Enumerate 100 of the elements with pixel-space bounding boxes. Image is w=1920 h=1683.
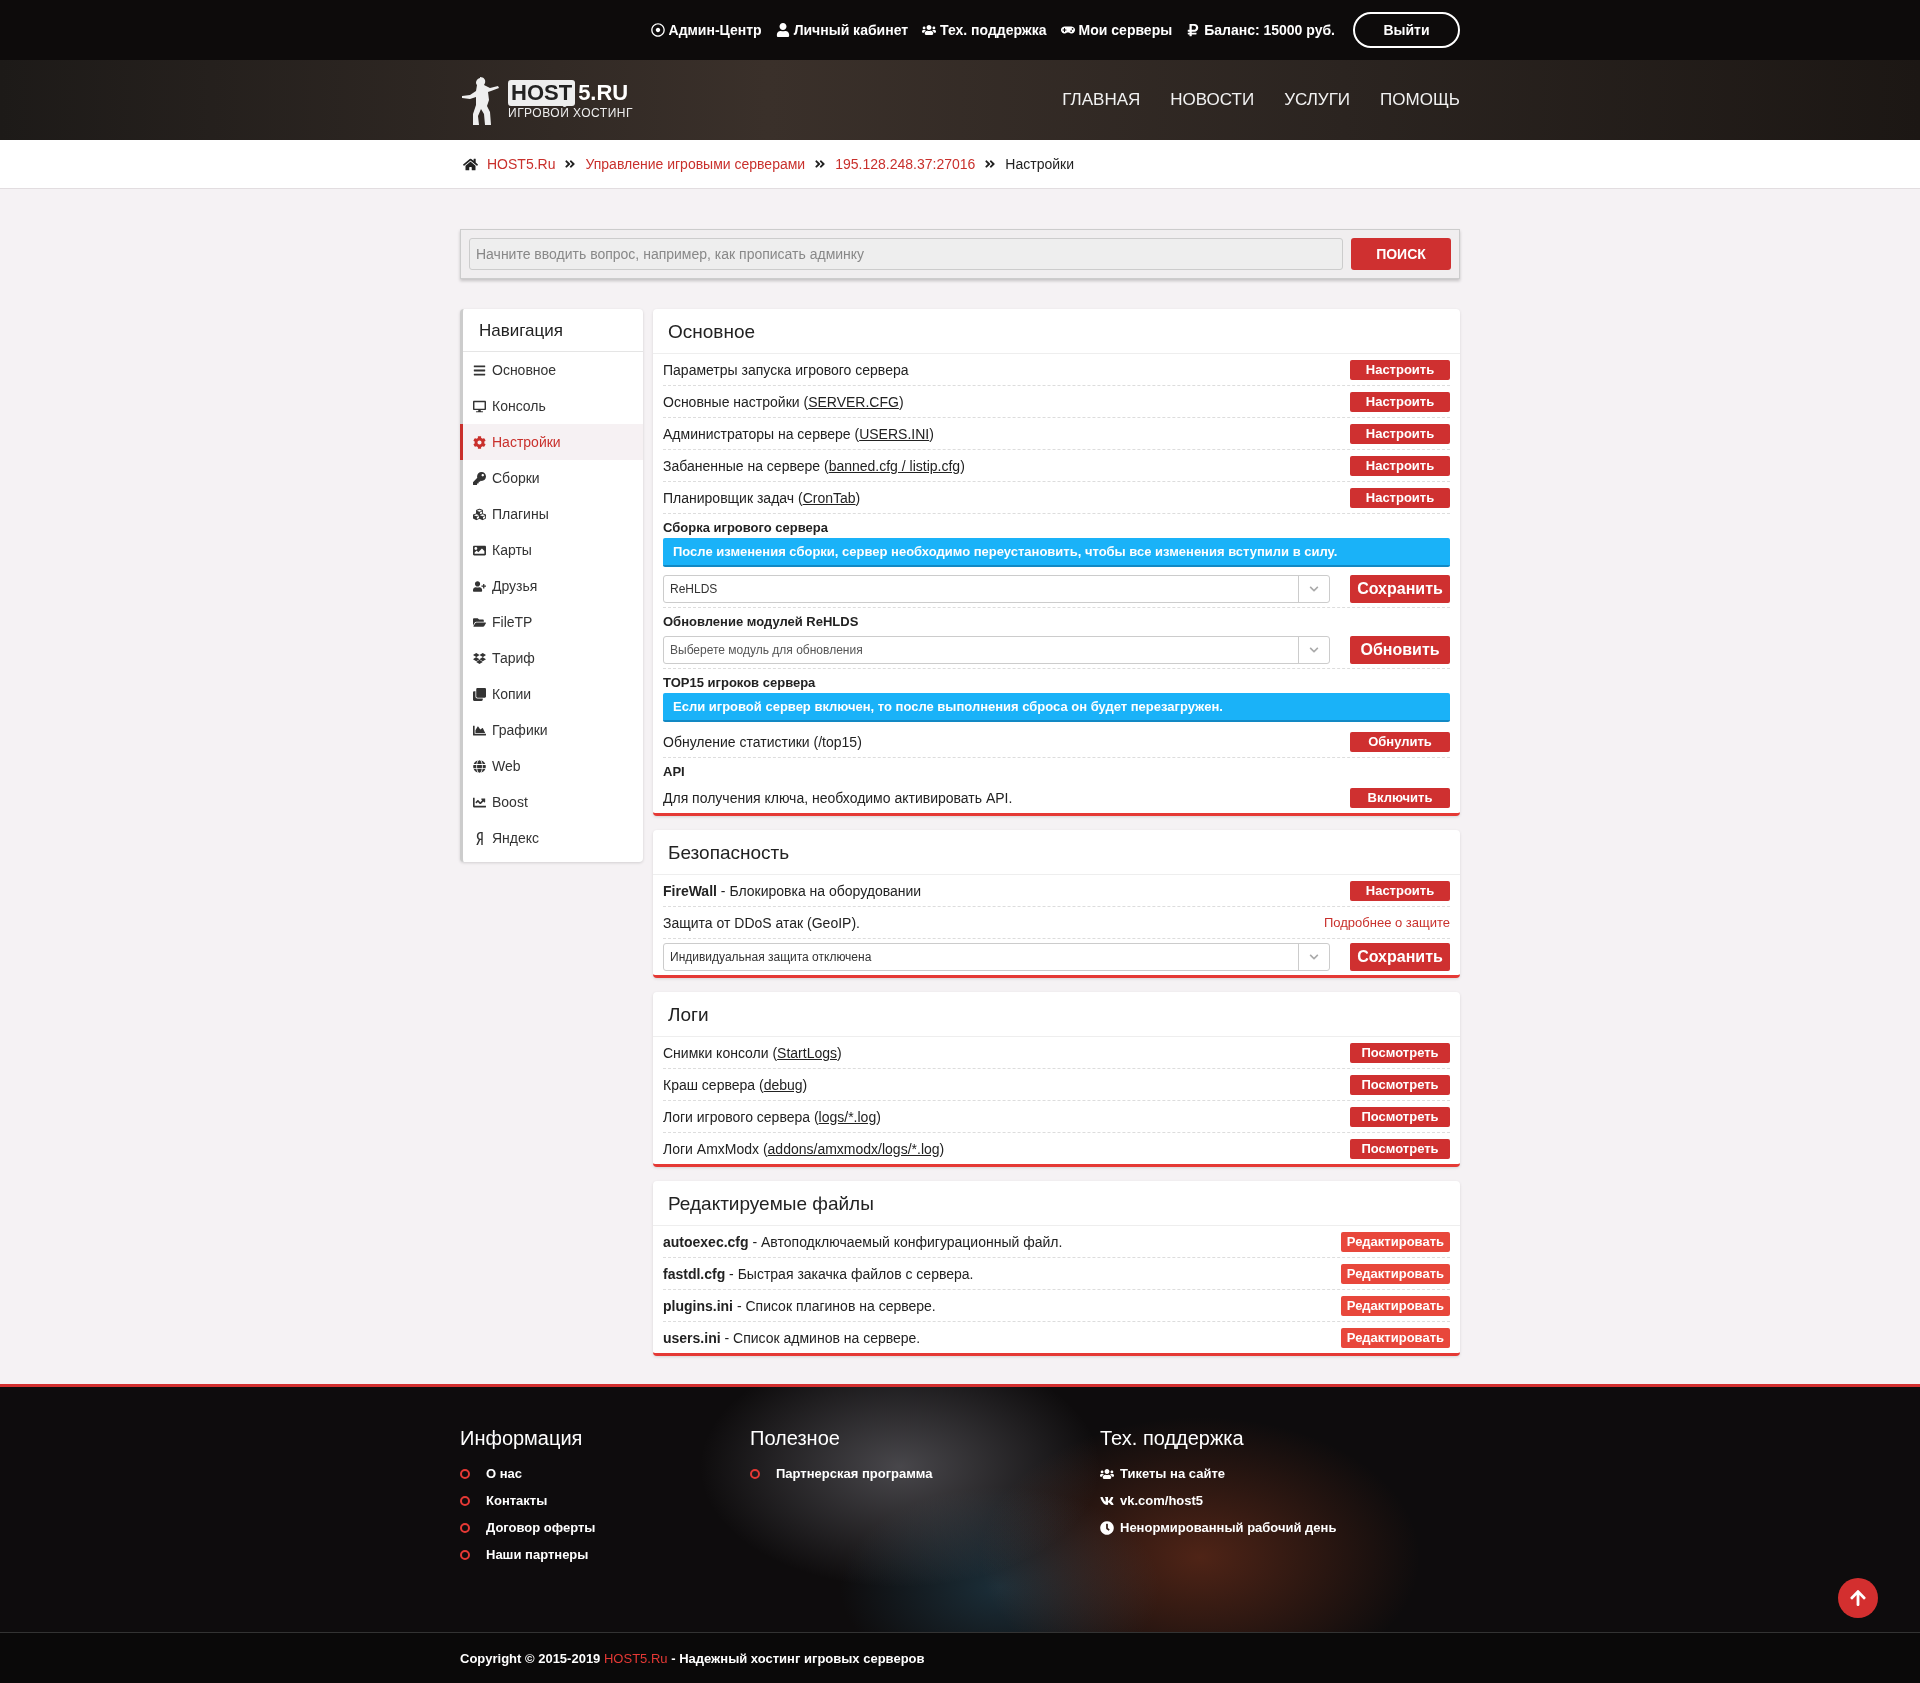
- file-link[interactable]: StartLogs: [777, 1044, 838, 1061]
- logo-text: 5.RU: [578, 80, 629, 106]
- breadcrumb[interactable]: Управление игровыми серверами: [585, 156, 806, 172]
- top-link[interactable]: Личный кабинет: [775, 22, 909, 38]
- file-link[interactable]: CronTab: [802, 489, 856, 506]
- breadcrumb[interactable]: 195.128.248.37:27016: [835, 156, 976, 172]
- action-button[interactable]: Обнулить: [1350, 731, 1450, 752]
- sidebar-item[interactable]: Копии: [460, 676, 643, 712]
- action-button[interactable]: Посмотреть: [1350, 1042, 1450, 1063]
- globe-icon: [473, 759, 486, 773]
- submit-button[interactable]: Обновить: [1350, 636, 1450, 664]
- chevron-down-icon: [1309, 584, 1319, 594]
- edit-button[interactable]: Редактировать: [1340, 1231, 1450, 1252]
- menu-icon: [473, 363, 486, 377]
- file-link[interactable]: SERVER.CFG: [808, 393, 899, 410]
- sidebar-item[interactable]: Графики: [460, 712, 643, 748]
- sidebar-item[interactable]: Яндекс: [460, 820, 643, 856]
- top-link[interactable]: Баланс: 15000 руб.: [1186, 22, 1335, 38]
- edit-button[interactable]: Редактировать: [1340, 1263, 1450, 1284]
- area-chart-icon: [473, 723, 486, 737]
- section-title: Редактируемые файлы: [653, 1181, 1460, 1226]
- footer-link[interactable]: Тикеты на сайте: [1100, 1466, 1400, 1481]
- ruble-icon: [1186, 23, 1201, 37]
- sidebar-item[interactable]: Настройки: [460, 424, 643, 460]
- action-button[interactable]: Включить: [1350, 787, 1450, 808]
- action-button[interactable]: Настроить: [1350, 487, 1450, 508]
- target-icon: [650, 23, 665, 37]
- top-link[interactable]: Мои серверы: [1060, 22, 1173, 38]
- sidebar-item[interactable]: Консоль: [460, 388, 643, 424]
- footer-link[interactable]: vk.com/host5: [1100, 1493, 1400, 1508]
- subsection-heading: TOP15 игроков сервера: [663, 674, 817, 692]
- row-label: Для получения ключа, необходимо активировать API.: [663, 789, 1013, 806]
- sidebar-item[interactable]: Друзья: [460, 568, 643, 604]
- home-icon[interactable]: [463, 156, 478, 172]
- sidebar-item[interactable]: FileTP: [460, 604, 643, 640]
- edit-button[interactable]: Редактировать: [1340, 1295, 1450, 1316]
- dropdown-select[interactable]: ReHLDS: [663, 575, 1330, 603]
- footer-link[interactable]: Контакты: [460, 1493, 750, 1508]
- breadcrumb[interactable]: HOST5.Ru: [487, 156, 556, 172]
- footer-link[interactable]: Наши партнеры: [460, 1547, 750, 1562]
- nav-link[interactable]: УСЛУГИ: [1284, 90, 1351, 110]
- file-link[interactable]: logs/*.log: [818, 1108, 877, 1125]
- row-label: Логи игрового сервера (logs/*.log): [663, 1108, 881, 1125]
- nav-link[interactable]: ПОМОЩЬ: [1380, 90, 1460, 110]
- footer-link[interactable]: Партнерская программа: [750, 1466, 1100, 1481]
- file-link[interactable]: USERS.INI: [859, 425, 930, 442]
- brand-link[interactable]: HOST5.Ru: [604, 1650, 668, 1666]
- action-button[interactable]: Настроить: [1350, 423, 1450, 444]
- row-label: Защита от DDoS атак (GeoIP).: [663, 914, 860, 931]
- submit-button[interactable]: Сохранить: [1350, 943, 1450, 971]
- nav-link[interactable]: НОВОСТИ: [1170, 90, 1255, 110]
- sidebar-item[interactable]: Основное: [460, 352, 643, 388]
- sidebar-item[interactable]: Карты: [460, 532, 643, 568]
- action-button[interactable]: Посмотреть: [1350, 1074, 1450, 1095]
- file-link[interactable]: addons/amxmodx/logs/*.log: [767, 1140, 940, 1157]
- line-chart-icon: [473, 795, 486, 809]
- logo-text: HOST: [508, 80, 576, 106]
- action-button[interactable]: Посмотреть: [1350, 1138, 1450, 1159]
- sidebar-item[interactable]: Web: [460, 748, 643, 784]
- sidebar-item[interactable]: Boost: [460, 784, 643, 820]
- row-label: plugins.ini - Список плагинов на сервере.: [663, 1297, 936, 1314]
- search-button[interactable]: ПОИСК: [1351, 238, 1451, 270]
- row-label: autoexec.cfg - Автоподключаемый конфигурационный файл.: [663, 1233, 1063, 1250]
- copies-icon: [473, 687, 486, 701]
- row-label: Администраторы на сервере (USERS.INI): [663, 425, 934, 442]
- action-button[interactable]: Посмотреть: [1350, 1106, 1450, 1127]
- sidebar-item[interactable]: Сборки: [460, 460, 643, 496]
- nav-link[interactable]: ГЛАВНАЯ: [1062, 90, 1141, 110]
- scroll-top-button[interactable]: [1838, 1578, 1878, 1618]
- ring-bullet-icon: [460, 1468, 470, 1479]
- footer-heading: Информация: [460, 1427, 584, 1450]
- top-link[interactable]: Тех. поддержка: [922, 22, 1047, 38]
- current-page-label: Настройки: [1005, 156, 1074, 172]
- dropdown-select[interactable]: Выберете модуль для обновления: [663, 636, 1330, 664]
- footer-link[interactable]: Ненормированный рабочий день: [1100, 1520, 1400, 1535]
- action-button[interactable]: Настроить: [1350, 359, 1450, 380]
- search-field[interactable]: Начните вводить вопрос, например, как прописать админку: [469, 238, 1343, 270]
- logo-tagline: ИГРОВОЙ ХОСТИНГ: [508, 106, 633, 120]
- sidebar-item[interactable]: Плагины: [460, 496, 643, 532]
- action-button[interactable]: Настроить: [1350, 455, 1450, 476]
- details-link[interactable]: Подробнее о защите: [1323, 915, 1450, 930]
- action-button[interactable]: Настроить: [1350, 880, 1450, 901]
- action-button[interactable]: Настроить: [1350, 391, 1450, 412]
- edit-button[interactable]: Редактировать: [1340, 1327, 1450, 1348]
- row-label: Параметры запуска игрового сервера: [663, 361, 909, 378]
- dropdown-select[interactable]: Индивидуальная защита отключена: [663, 943, 1330, 971]
- row-label: Планировщик задач (CronTab): [663, 489, 861, 506]
- file-link[interactable]: banned.cfg / listip.cfg: [828, 457, 961, 474]
- logout-button[interactable]: Выйти: [1353, 12, 1460, 48]
- footer-link[interactable]: Договор оферты: [460, 1520, 750, 1535]
- top-link[interactable]: Админ-Центр: [650, 22, 762, 38]
- info-alert: После изменения сборки, сервер необходимо переустановить, чтобы все изменения вступили в силу.: [663, 538, 1450, 567]
- file-link[interactable]: debug: [763, 1076, 803, 1093]
- chevron-down-icon: [1309, 952, 1319, 962]
- ring-bullet-icon: [750, 1468, 760, 1479]
- row-label: users.ini - Список админов на сервере.: [663, 1329, 921, 1346]
- submit-button[interactable]: Сохранить: [1350, 575, 1450, 603]
- folder-icon: [473, 615, 486, 629]
- sidebar-item[interactable]: Тариф: [460, 640, 643, 676]
- footer-link[interactable]: О нас: [460, 1466, 750, 1481]
